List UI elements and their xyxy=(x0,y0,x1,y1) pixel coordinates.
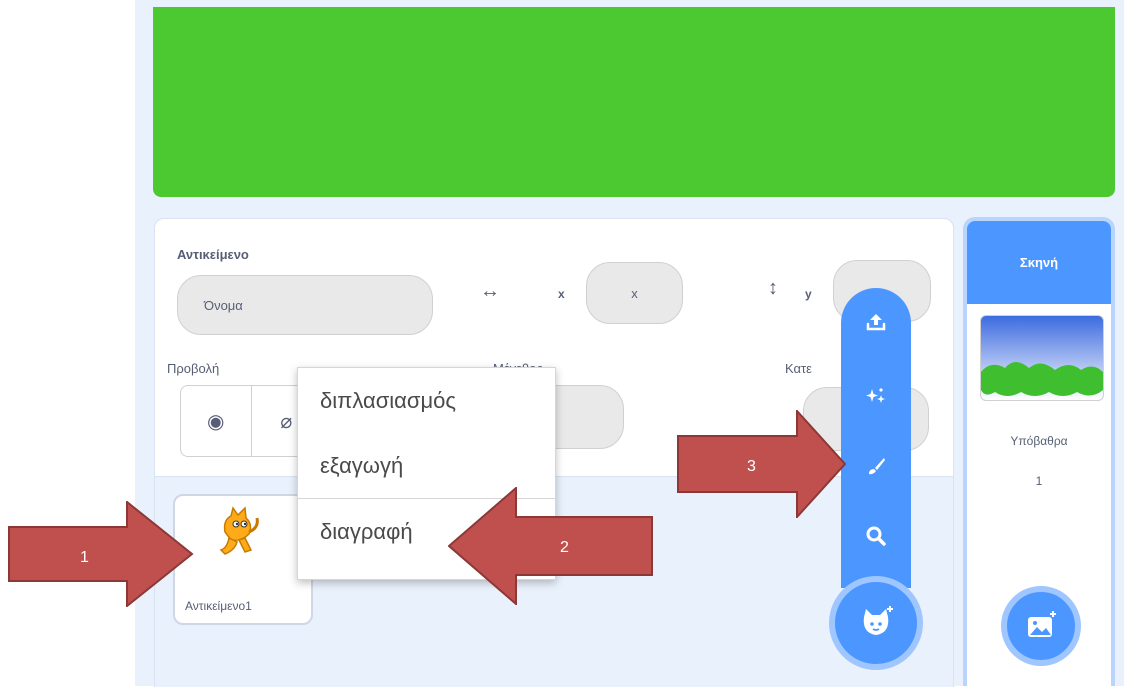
choose-backdrop-icon xyxy=(1028,611,1056,637)
annotation-arrow-1: 1 xyxy=(8,501,194,607)
surprise-icon xyxy=(866,388,885,403)
vertical-arrows-icon: ↕ xyxy=(768,277,778,299)
search-icon xyxy=(866,526,886,546)
y-label: y xyxy=(805,287,812,301)
choose-sprite-menu xyxy=(841,288,911,588)
annotation-arrow-2: 2 xyxy=(448,487,653,605)
stage-canvas[interactable] xyxy=(153,7,1115,197)
cat-sprite-icon xyxy=(219,506,259,555)
backdrops-label: Υπόβαθρα xyxy=(1010,434,1068,448)
upload-icon xyxy=(866,314,886,331)
backdrop-thumbnail xyxy=(980,315,1104,401)
x-input-value: x xyxy=(631,285,638,301)
upload-sprite-button[interactable] xyxy=(841,302,911,342)
x-label: x xyxy=(558,287,565,301)
backdrops-count: 1 xyxy=(1035,474,1043,488)
horizontal-arrows-icon: ↔ xyxy=(480,280,500,302)
menu-item-duplicate[interactable]: διπλασιασμός xyxy=(298,368,555,433)
sprite-name-placeholder: Όνομα xyxy=(204,297,243,313)
sprite-heading: Αντικείμενο xyxy=(177,247,249,262)
eye-icon: ◉ xyxy=(207,410,225,433)
show-button[interactable]: ◉ xyxy=(181,386,251,456)
x-input[interactable]: x xyxy=(586,262,683,324)
sprite-name-input[interactable]: Όνομα xyxy=(177,275,433,335)
annotation-arrow-3: 3 xyxy=(677,410,847,518)
annotation-label-1: 1 xyxy=(80,549,89,566)
choose-backdrop-button[interactable] xyxy=(1001,586,1081,666)
choose-sprite-icon xyxy=(863,606,893,635)
backdrop-preview-image xyxy=(981,362,1103,396)
show-label: Προβολή xyxy=(167,361,220,376)
annotation-label-3: 3 xyxy=(747,458,756,475)
paint-icon xyxy=(869,458,885,475)
surprise-sprite-button[interactable] xyxy=(841,377,911,417)
paint-sprite-button[interactable] xyxy=(841,446,911,486)
eye-slash-icon: ⌀ xyxy=(280,410,293,433)
direction-label: Κατε xyxy=(785,361,812,376)
annotation-label-2: 2 xyxy=(560,539,569,556)
stage-title: Σκηνή xyxy=(967,221,1111,304)
sprite-name: Αντικείμενο1 xyxy=(185,599,252,613)
choose-sprite-button[interactable] xyxy=(829,576,923,670)
search-sprite-button[interactable] xyxy=(841,516,911,556)
sprite-tile[interactable]: Αντικείμενο1 xyxy=(173,494,313,625)
